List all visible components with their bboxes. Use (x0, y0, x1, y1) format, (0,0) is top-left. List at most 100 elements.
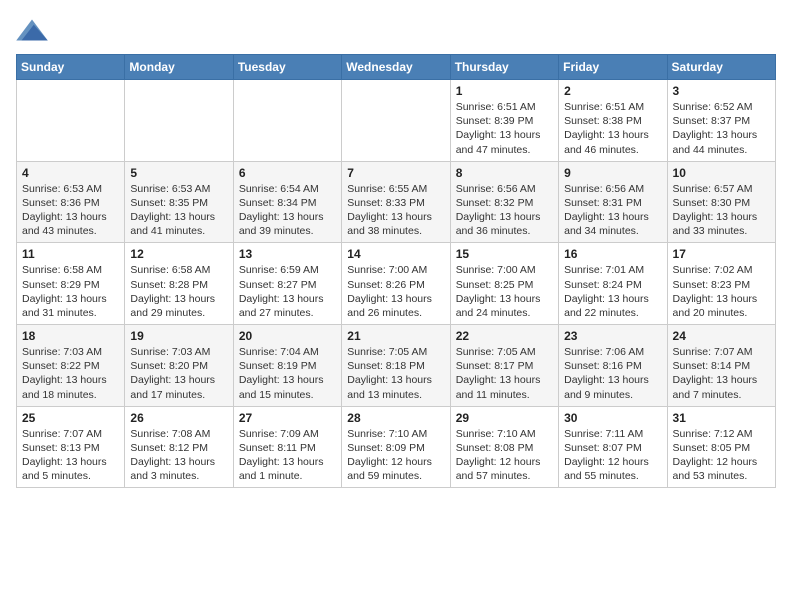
day-cell: 8 Sunrise: 6:56 AMSunset: 8:32 PMDaylight… (450, 161, 558, 243)
day-number: 27 (239, 411, 336, 425)
day-number: 21 (347, 329, 444, 343)
week-row-3: 11 Sunrise: 6:58 AMSunset: 8:29 PMDayligh… (17, 243, 776, 325)
day-cell: 21 Sunrise: 7:05 AMSunset: 8:18 PMDayligh… (342, 325, 450, 407)
day-cell: 13 Sunrise: 6:59 AMSunset: 8:27 PMDayligh… (233, 243, 341, 325)
day-number: 23 (564, 329, 661, 343)
day-info: Sunrise: 7:11 AMSunset: 8:07 PMDaylight:… (564, 427, 661, 484)
weekday-header-row: SundayMondayTuesdayWednesdayThursdayFrid… (17, 55, 776, 80)
day-number: 3 (673, 84, 770, 98)
day-info: Sunrise: 7:10 AMSunset: 8:09 PMDaylight:… (347, 427, 444, 484)
day-cell: 5Sunrise: 6:53 AMSunset: 8:35 PMDaylight… (125, 161, 233, 243)
day-cell: 11 Sunrise: 6:58 AMSunset: 8:29 PMDayligh… (17, 243, 125, 325)
weekday-header-tuesday: Tuesday (233, 55, 341, 80)
day-info: Sunrise: 6:56 AMSunset: 8:32 PMDaylight:… (456, 182, 553, 239)
day-info: Sunrise: 7:05 AMSunset: 8:18 PMDaylight:… (347, 345, 444, 402)
day-cell: 27 Sunrise: 7:09 AMSunset: 8:11 PMDayligh… (233, 406, 341, 488)
day-info: Sunrise: 6:52 AMSunset: 8:37 PMDaylight:… (673, 100, 770, 157)
day-cell: 9Sunrise: 6:56 AMSunset: 8:31 PMDaylight… (559, 161, 667, 243)
day-number: 25 (22, 411, 119, 425)
day-cell: 12 Sunrise: 6:58 AMSunset: 8:28 PMDayligh… (125, 243, 233, 325)
day-info: Sunrise: 6:54 AMSunset: 8:34 PMDaylight:… (239, 182, 336, 239)
day-info: Sunrise: 7:01 AMSunset: 8:24 PMDaylight:… (564, 263, 661, 320)
day-number: 16 (564, 247, 661, 261)
day-number: 2 (564, 84, 661, 98)
calendar: SundayMondayTuesdayWednesdayThursdayFrid… (16, 54, 776, 488)
weekday-header-wednesday: Wednesday (342, 55, 450, 80)
day-cell: 17Sunrise: 7:02 AMSunset: 8:23 PMDayligh… (667, 243, 775, 325)
day-number: 1 (456, 84, 553, 98)
day-info: Sunrise: 7:07 AMSunset: 8:13 PMDaylight:… (22, 427, 119, 484)
day-number: 18 (22, 329, 119, 343)
day-cell: 14 Sunrise: 7:00 AMSunset: 8:26 PMDayligh… (342, 243, 450, 325)
day-number: 22 (456, 329, 553, 343)
weekday-header-sunday: Sunday (17, 55, 125, 80)
day-number: 19 (130, 329, 227, 343)
day-cell: 26 Sunrise: 7:08 AMSunset: 8:12 PMDayligh… (125, 406, 233, 488)
day-info: Sunrise: 7:08 AMSunset: 8:12 PMDaylight:… (130, 427, 227, 484)
day-cell: 23Sunrise: 7:06 AMSunset: 8:16 PMDayligh… (559, 325, 667, 407)
day-cell (342, 80, 450, 162)
week-row-4: 18 Sunrise: 7:03 AMSunset: 8:22 PMDayligh… (17, 325, 776, 407)
day-number: 14 (347, 247, 444, 261)
day-info: Sunrise: 7:03 AMSunset: 8:22 PMDaylight:… (22, 345, 119, 402)
day-number: 17 (673, 247, 770, 261)
day-info: Sunrise: 7:00 AMSunset: 8:25 PMDaylight:… (456, 263, 553, 320)
day-cell: 24 Sunrise: 7:07 AMSunset: 8:14 PMDayligh… (667, 325, 775, 407)
day-info: Sunrise: 7:00 AMSunset: 8:26 PMDaylight:… (347, 263, 444, 320)
day-info: Sunrise: 6:59 AMSunset: 8:27 PMDaylight:… (239, 263, 336, 320)
day-cell (125, 80, 233, 162)
day-info: Sunrise: 7:07 AMSunset: 8:14 PMDaylight:… (673, 345, 770, 402)
day-number: 24 (673, 329, 770, 343)
day-number: 31 (673, 411, 770, 425)
day-info: Sunrise: 6:55 AMSunset: 8:33 PMDaylight:… (347, 182, 444, 239)
day-number: 9 (564, 166, 661, 180)
day-info: Sunrise: 6:57 AMSunset: 8:30 PMDaylight:… (673, 182, 770, 239)
weekday-header-thursday: Thursday (450, 55, 558, 80)
day-cell: 20 Sunrise: 7:04 AMSunset: 8:19 PMDayligh… (233, 325, 341, 407)
logo-icon (16, 16, 48, 44)
day-number: 11 (22, 247, 119, 261)
day-cell (233, 80, 341, 162)
day-cell (17, 80, 125, 162)
day-cell: 2 Sunrise: 6:51 AMSunset: 8:38 PMDaylight… (559, 80, 667, 162)
day-cell: 18 Sunrise: 7:03 AMSunset: 8:22 PMDayligh… (17, 325, 125, 407)
week-row-2: 4 Sunrise: 6:53 AMSunset: 8:36 PMDaylight… (17, 161, 776, 243)
day-number: 30 (564, 411, 661, 425)
day-number: 26 (130, 411, 227, 425)
day-cell: 30 Sunrise: 7:11 AMSunset: 8:07 PMDayligh… (559, 406, 667, 488)
day-cell: 22 Sunrise: 7:05 AMSunset: 8:17 PMDayligh… (450, 325, 558, 407)
day-info: Sunrise: 7:03 AMSunset: 8:20 PMDaylight:… (130, 345, 227, 402)
day-cell: 15 Sunrise: 7:00 AMSunset: 8:25 PMDayligh… (450, 243, 558, 325)
day-number: 6 (239, 166, 336, 180)
day-number: 13 (239, 247, 336, 261)
week-row-5: 25 Sunrise: 7:07 AMSunset: 8:13 PMDayligh… (17, 406, 776, 488)
day-cell: 19 Sunrise: 7:03 AMSunset: 8:20 PMDayligh… (125, 325, 233, 407)
day-number: 8 (456, 166, 553, 180)
day-cell: 16 Sunrise: 7:01 AMSunset: 8:24 PMDayligh… (559, 243, 667, 325)
day-cell: 28Sunrise: 7:10 AMSunset: 8:09 PMDayligh… (342, 406, 450, 488)
day-number: 10 (673, 166, 770, 180)
day-info: Sunrise: 6:51 AMSunset: 8:39 PMDaylight:… (456, 100, 553, 157)
day-number: 20 (239, 329, 336, 343)
day-number: 15 (456, 247, 553, 261)
weekday-header-friday: Friday (559, 55, 667, 80)
weekday-header-monday: Monday (125, 55, 233, 80)
day-info: Sunrise: 6:58 AMSunset: 8:28 PMDaylight:… (130, 263, 227, 320)
day-info: Sunrise: 6:51 AMSunset: 8:38 PMDaylight:… (564, 100, 661, 157)
day-cell: 3 Sunrise: 6:52 AMSunset: 8:37 PMDaylight… (667, 80, 775, 162)
day-info: Sunrise: 6:58 AMSunset: 8:29 PMDaylight:… (22, 263, 119, 320)
day-cell: 7 Sunrise: 6:55 AMSunset: 8:33 PMDaylight… (342, 161, 450, 243)
day-number: 7 (347, 166, 444, 180)
day-info: Sunrise: 7:05 AMSunset: 8:17 PMDaylight:… (456, 345, 553, 402)
day-info: Sunrise: 6:53 AMSunset: 8:35 PMDaylight:… (130, 182, 227, 239)
day-cell: 10 Sunrise: 6:57 AMSunset: 8:30 PMDayligh… (667, 161, 775, 243)
day-info: Sunrise: 7:04 AMSunset: 8:19 PMDaylight:… (239, 345, 336, 402)
day-info: Sunrise: 7:09 AMSunset: 8:11 PMDaylight:… (239, 427, 336, 484)
day-number: 4 (22, 166, 119, 180)
day-info: Sunrise: 7:12 AMSunset: 8:05 PMDaylight:… (673, 427, 770, 484)
day-number: 12 (130, 247, 227, 261)
day-cell: 6 Sunrise: 6:54 AMSunset: 8:34 PMDaylight… (233, 161, 341, 243)
logo (16, 16, 52, 44)
day-info: Sunrise: 6:53 AMSunset: 8:36 PMDaylight:… (22, 182, 119, 239)
day-cell: 31 Sunrise: 7:12 AMSunset: 8:05 PMDayligh… (667, 406, 775, 488)
